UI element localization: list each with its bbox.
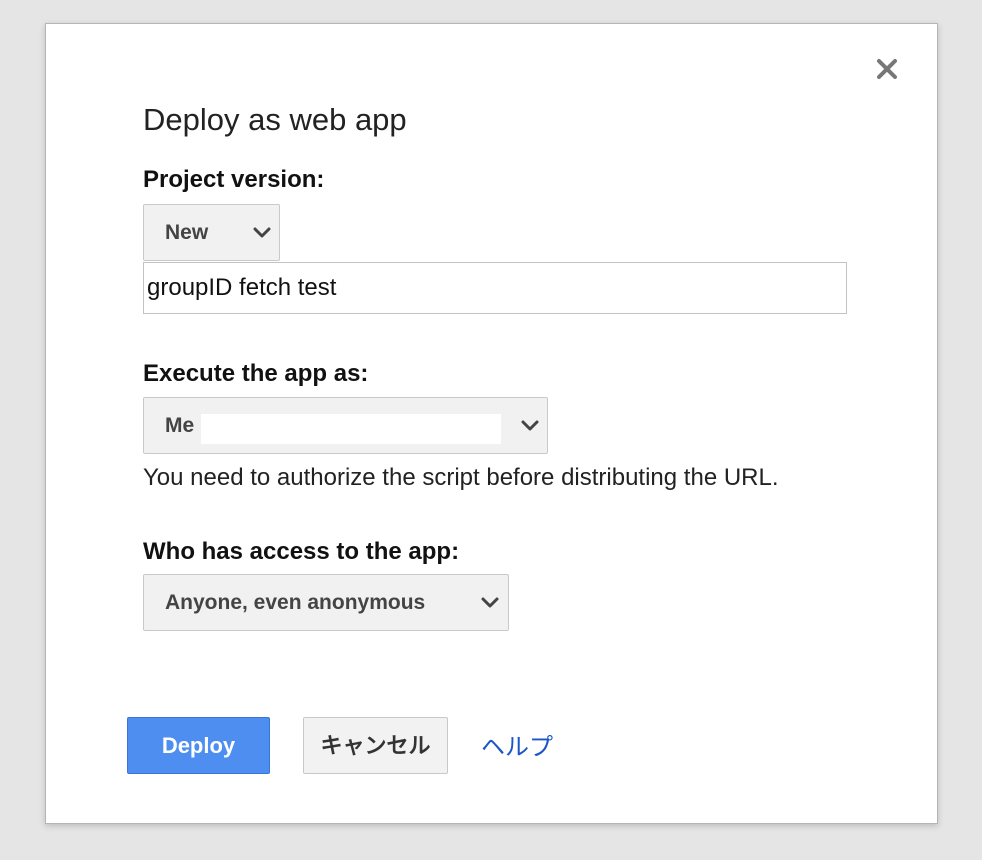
access-selected: Anyone, even anonymous bbox=[165, 591, 426, 614]
execute-as-select[interactable]: Me bbox=[143, 397, 548, 454]
cancel-button[interactable]: キャンセル bbox=[303, 717, 448, 774]
execute-as-label: Execute the app as: bbox=[143, 360, 369, 387]
project-version-label: Project version: bbox=[143, 166, 325, 193]
redacted-account-email bbox=[201, 414, 501, 444]
access-label: Who has access to the app: bbox=[143, 538, 460, 565]
project-version-select[interactable]: New bbox=[143, 204, 280, 261]
access-select[interactable]: Anyone, even anonymous bbox=[143, 574, 509, 631]
dialog-title: Deploy as web app bbox=[143, 102, 407, 137]
execute-as-selected: Me bbox=[165, 414, 195, 437]
project-version-selected: New bbox=[165, 221, 209, 244]
help-link[interactable]: ヘルプ bbox=[481, 727, 553, 762]
close-icon[interactable] bbox=[872, 54, 902, 84]
chevron-down-icon bbox=[252, 223, 272, 243]
chevron-down-icon bbox=[480, 593, 500, 613]
deploy-dialog: Deploy as web app Project version: New E… bbox=[45, 23, 938, 824]
chevron-down-icon bbox=[520, 416, 540, 436]
deploy-button[interactable]: Deploy bbox=[127, 717, 270, 774]
version-description-input[interactable] bbox=[143, 262, 847, 314]
authorization-note: You need to authorize the script before … bbox=[143, 464, 779, 491]
